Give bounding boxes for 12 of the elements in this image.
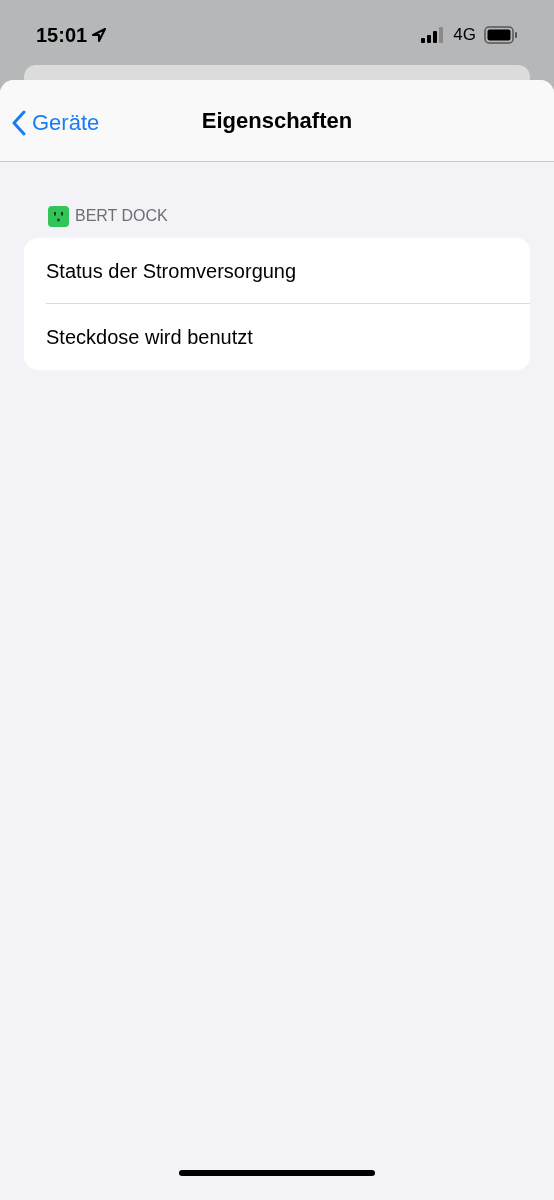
list-row[interactable]: Status der Stromversorgung (46, 238, 530, 304)
chevron-left-icon (12, 109, 26, 136)
section-header: BERT DOCK (75, 206, 168, 226)
back-button[interactable]: Geräte (12, 106, 100, 139)
battery-icon (484, 25, 518, 44)
status-time: 15:01 (36, 22, 88, 48)
list-row[interactable]: Steckdose wird benutzt (46, 304, 530, 370)
nav-title: Eigenschaften (201, 107, 353, 135)
network-label: 4G (453, 23, 476, 46)
location-arrow-icon (91, 26, 108, 43)
signal-icon (421, 26, 446, 43)
power-outlet-icon (48, 205, 69, 227)
